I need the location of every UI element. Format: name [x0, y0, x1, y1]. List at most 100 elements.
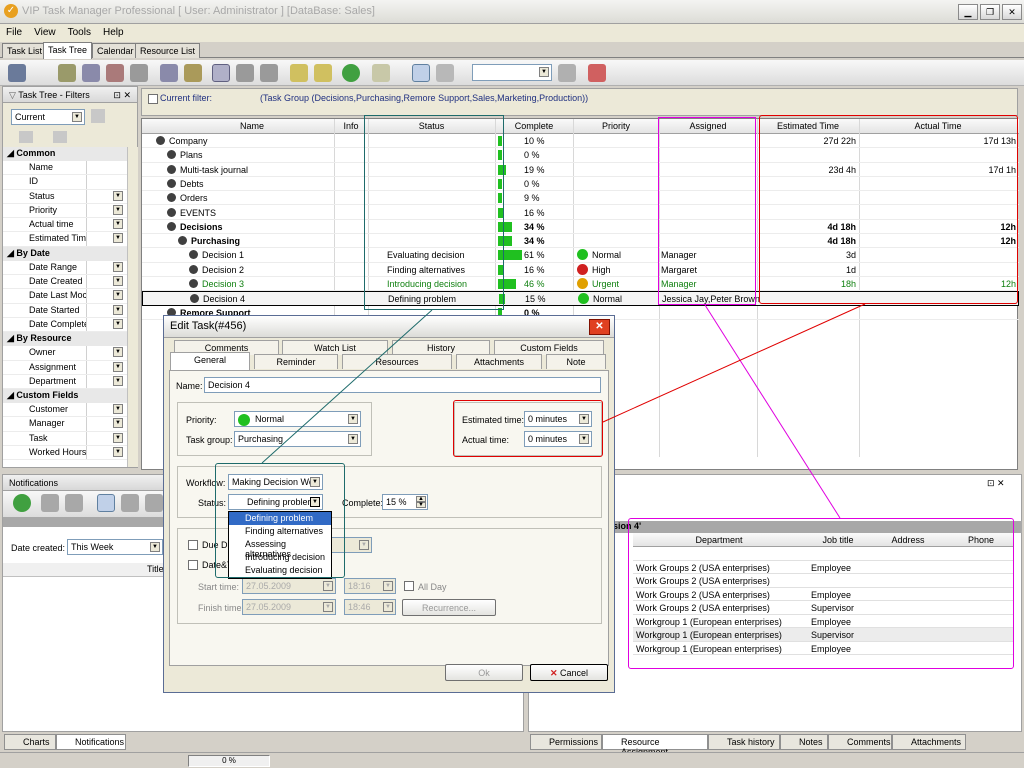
filter-row[interactable]: Manager ▼ — [3, 417, 127, 432]
delete-task-icon[interactable] — [106, 64, 124, 82]
print-icon[interactable] — [372, 64, 390, 82]
start-date-input[interactable]: 27.05.2009 ▼ — [242, 578, 336, 594]
toolbar-combo[interactable]: ▼ — [472, 64, 552, 81]
filter-dropdown-icon[interactable]: ▼ — [113, 418, 123, 429]
dialog-tab[interactable]: Note — [546, 354, 606, 369]
dialog-close-button[interactable]: ✕ — [589, 319, 610, 335]
tab-resource-list[interactable]: Resource List — [135, 43, 201, 58]
dialog-tab[interactable]: Attachments — [456, 354, 542, 369]
filter-group[interactable]: ◢ By Date — [3, 246, 127, 261]
dialog-tab[interactable]: History — [392, 340, 490, 355]
maximize-button[interactable]: ❐ — [980, 4, 1000, 20]
refresh-icon[interactable] — [342, 64, 360, 82]
all-day-checkbox[interactable] — [404, 581, 414, 591]
notif-print-icon[interactable] — [145, 494, 163, 512]
filter-icon[interactable] — [130, 64, 148, 82]
col-info[interactable]: Info — [336, 121, 366, 131]
dialog-tab[interactable]: Custom Fields — [494, 340, 604, 355]
menu-view[interactable]: View — [28, 24, 62, 41]
col-priority[interactable]: Priority — [574, 121, 658, 131]
filter-dropdown-icon[interactable]: ▼ — [113, 233, 123, 244]
filter-group[interactable]: ◢ By Resource — [3, 332, 127, 347]
filter-row[interactable]: ID — [3, 175, 127, 190]
filter-row[interactable]: Date Range ▼ — [3, 260, 127, 276]
dialog-tab[interactable]: Watch List — [282, 340, 388, 355]
notif-unread-icon[interactable] — [65, 494, 83, 512]
menu-help[interactable]: Help — [97, 24, 130, 41]
datetime-checkbox[interactable] — [188, 560, 198, 570]
name-input[interactable]: Decision 4 — [204, 377, 601, 393]
tab-charts[interactable]: Charts — [4, 734, 56, 750]
col-complete[interactable]: Complete — [496, 121, 572, 131]
filter-dropdown-icon[interactable]: ▼ — [113, 375, 123, 386]
clear-icon[interactable] — [588, 64, 606, 82]
add-filter-icon[interactable] — [19, 131, 33, 143]
notif-settings-icon[interactable] — [121, 494, 139, 512]
recurrence-button[interactable]: Recurrence... — [402, 599, 496, 616]
notif-refresh-icon[interactable] — [13, 494, 31, 512]
filter-row[interactable]: Priority ▼ — [3, 203, 127, 219]
filter-row[interactable]: Date Created ▼ — [3, 275, 127, 290]
tab-notifications[interactable]: Notifications — [56, 734, 126, 750]
taskgroup-select[interactable]: Purchasing ▼ — [234, 431, 361, 447]
filter-dropdown-icon[interactable]: ▼ — [113, 447, 123, 458]
current-filter-checkbox[interactable] — [148, 94, 158, 104]
tab-task-tree[interactable]: Task Tree — [43, 42, 93, 59]
columns-icon[interactable] — [436, 64, 454, 82]
filter-dropdown-icon[interactable]: ▼ — [113, 304, 123, 315]
col-title[interactable]: Title — [147, 564, 164, 574]
filter-row[interactable]: Status ▼ — [3, 189, 127, 204]
filter-dropdown-icon[interactable]: ▼ — [113, 347, 123, 358]
move-icon[interactable] — [160, 64, 178, 82]
filter-dropdown-icon[interactable]: ▼ — [113, 204, 123, 215]
dialog-tab[interactable]: Reminder — [254, 354, 338, 369]
menu-file[interactable]: File — [0, 24, 28, 41]
filter-funnel-icon[interactable] — [91, 109, 105, 123]
notif-read-icon[interactable] — [41, 494, 59, 512]
filter-row[interactable]: Date Last Moc ▼ — [3, 289, 127, 304]
finish-time-input[interactable]: 18:46 ▼ — [344, 599, 396, 615]
grid-icon[interactable] — [290, 64, 308, 82]
filter-row[interactable]: Date Complete ▼ — [3, 317, 127, 333]
filter-dropdown-icon[interactable]: ▼ — [113, 404, 123, 415]
filter-dropdown-icon[interactable]: ▼ — [113, 361, 123, 372]
filter-dropdown-icon[interactable]: ▼ — [113, 219, 123, 230]
expand-icon[interactable] — [212, 64, 230, 82]
filter-row[interactable]: Date Started ▼ — [3, 303, 127, 318]
filter-row[interactable]: Owner ▼ — [3, 346, 127, 361]
tab-calendar[interactable]: Calendar — [92, 43, 139, 58]
resource-tab[interactable]: Notes — [780, 734, 828, 750]
new-task-icon[interactable] — [8, 64, 26, 82]
move-up-icon[interactable] — [236, 64, 254, 82]
filters-scrollbar[interactable] — [127, 147, 138, 467]
edit-task-icon[interactable] — [58, 64, 76, 82]
filter-dropdown-icon[interactable]: ▼ — [113, 432, 123, 443]
filter-group[interactable]: ◢ Custom Fields — [3, 389, 127, 404]
filter-row[interactable]: Task ▼ — [3, 431, 127, 447]
filter-group[interactable]: ◢ Common — [3, 147, 127, 161]
close-window-button[interactable]: ✕ — [1002, 4, 1022, 20]
filter-row[interactable]: Actual time ▼ — [3, 218, 127, 233]
copy-task-icon[interactable] — [82, 64, 100, 82]
menu-tools[interactable]: Tools — [62, 24, 97, 41]
due-date-checkbox[interactable] — [188, 540, 198, 550]
complete-spinner[interactable]: 15 % ▲ ▼ — [382, 494, 428, 510]
fit-width-icon[interactable] — [412, 64, 430, 82]
resource-tab[interactable]: Comments — [828, 734, 892, 750]
col-name[interactable]: Name — [172, 121, 332, 131]
minimize-button[interactable]: ▁ — [958, 4, 978, 20]
priority-select[interactable]: Normal ▼ — [234, 411, 361, 427]
filter-row[interactable]: Estimated Tim ▼ — [3, 232, 127, 247]
resource-tab[interactable]: Attachments — [892, 734, 966, 750]
filter-row[interactable]: Worked Hours ▼ — [3, 446, 127, 461]
resource-tab[interactable]: Resource Assignment — [602, 734, 708, 757]
filter-row[interactable]: Department ▼ — [3, 374, 127, 390]
tree-icon[interactable] — [314, 64, 332, 82]
dialog-tab[interactable]: Resources — [342, 354, 452, 369]
filter-row[interactable]: Assignment ▼ — [3, 360, 127, 375]
filter-dropdown-icon[interactable]: ▼ — [113, 261, 123, 272]
ok-button[interactable]: Ok — [445, 664, 523, 681]
remove-filter-icon[interactable] — [53, 131, 67, 143]
date-created-select[interactable]: This Week ▼ — [67, 539, 163, 555]
start-time-input[interactable]: 18:16 ▼ — [344, 578, 396, 594]
